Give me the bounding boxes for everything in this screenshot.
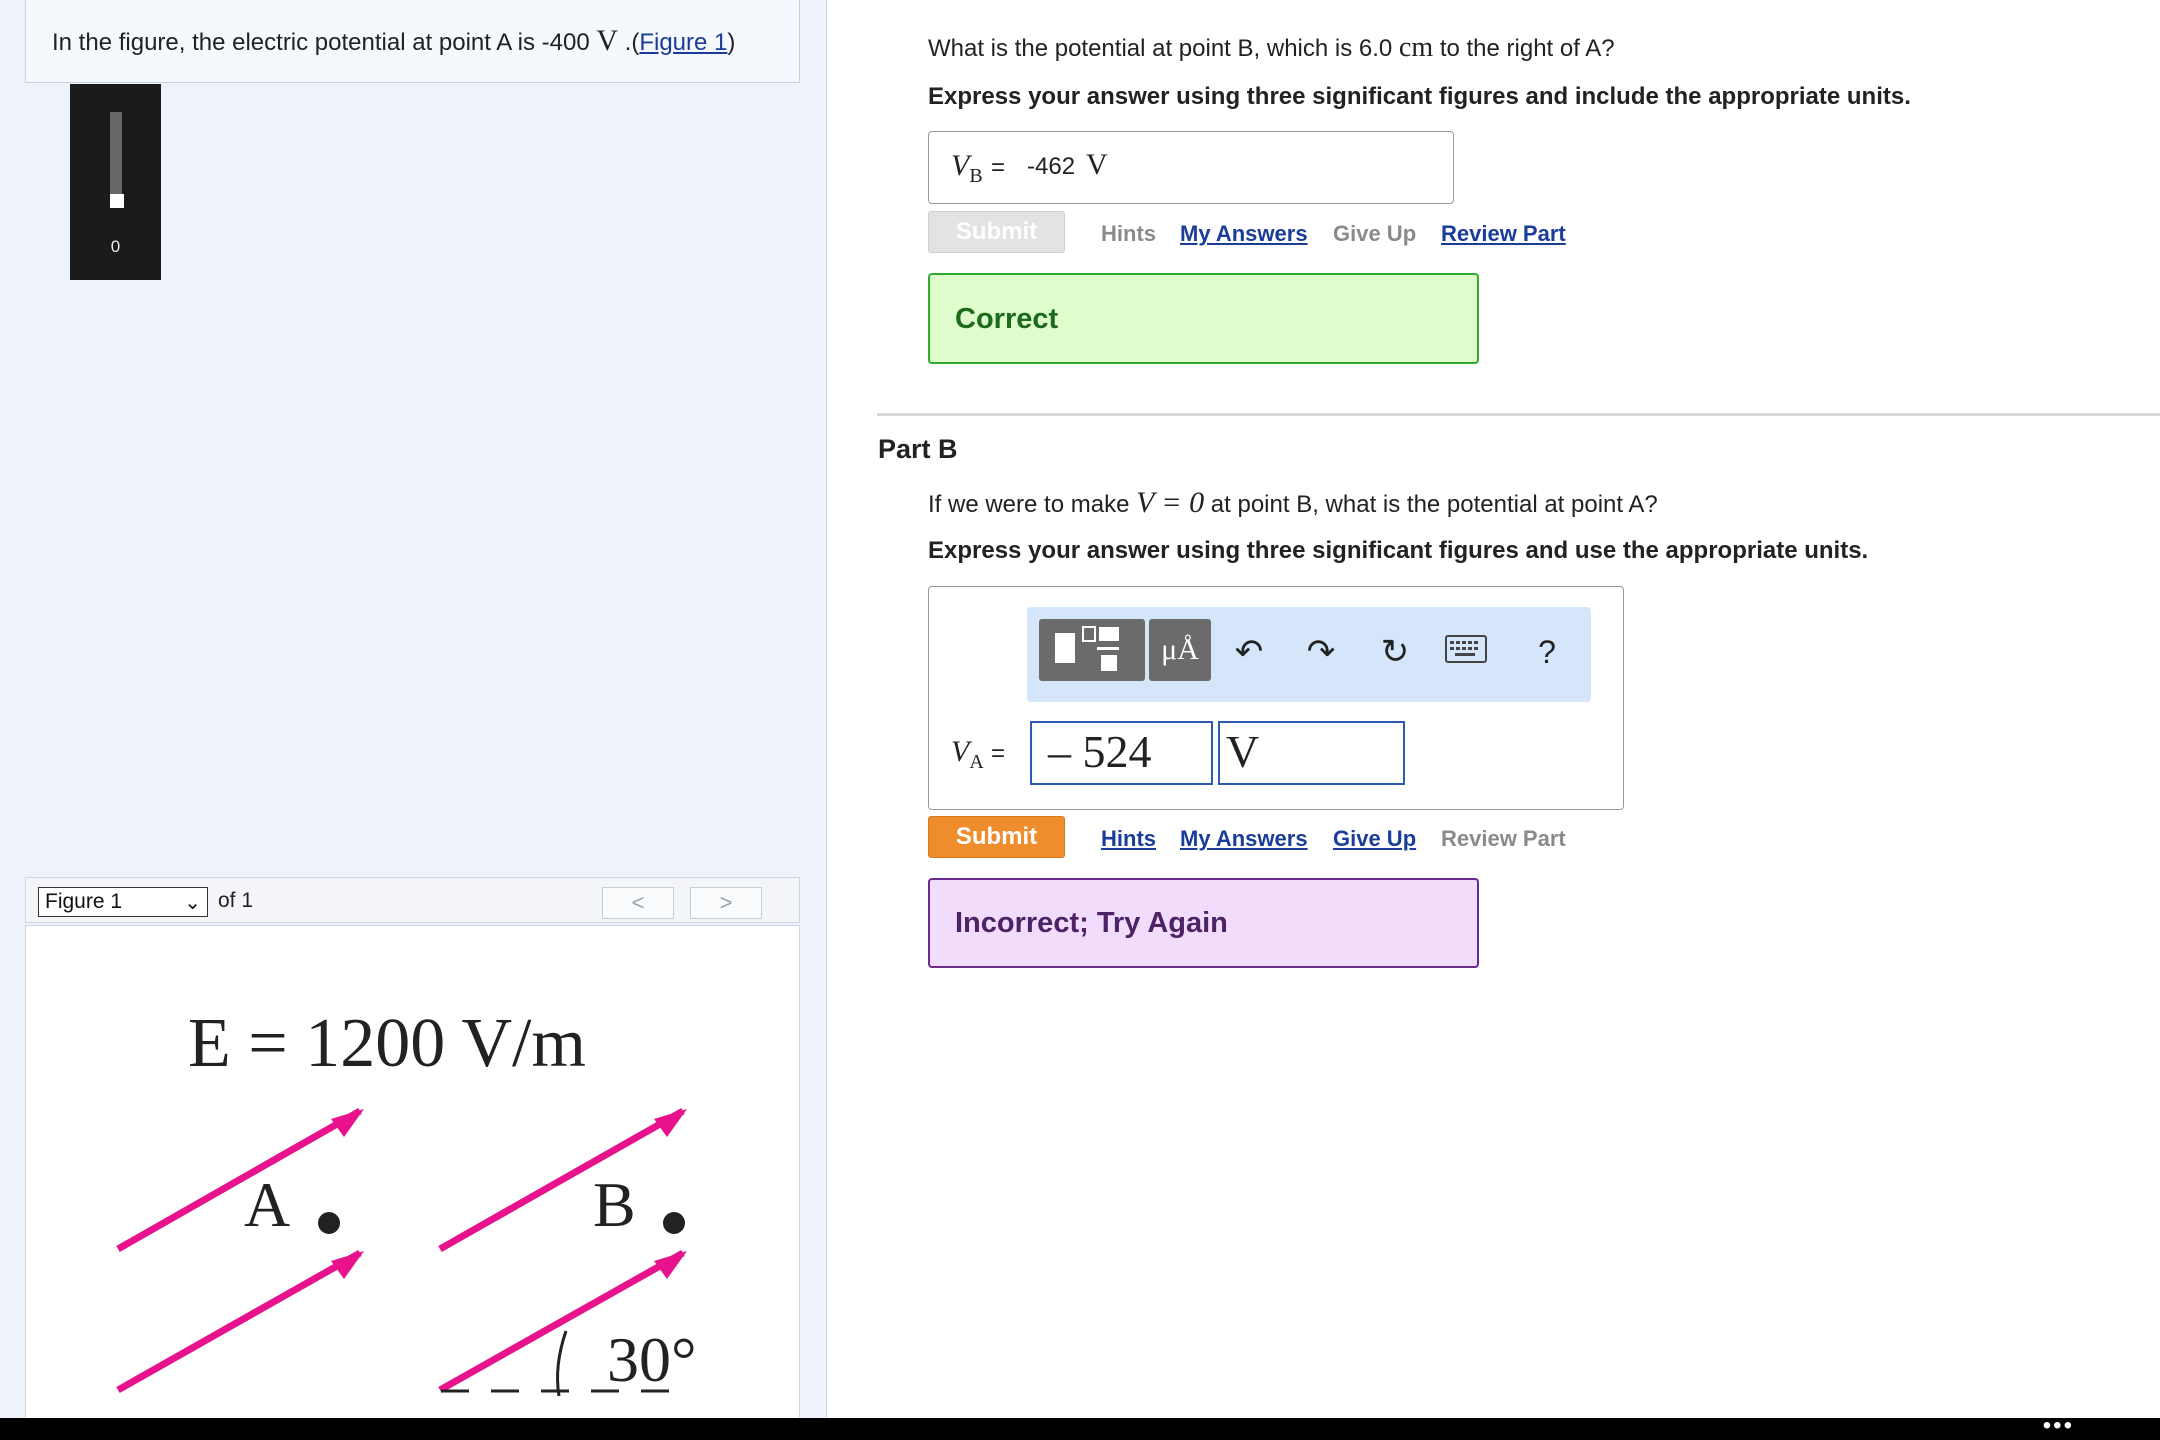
part-a-var: V: [951, 149, 970, 182]
field-label: E = 1200 V/m: [188, 1005, 586, 1082]
part-a-question-suffix: to the right of A?: [1439, 35, 1615, 62]
part-a-var-sub: B: [969, 165, 983, 187]
part-a-answer-label: VB: [951, 149, 983, 188]
field-arrow: [116, 1249, 362, 1394]
part-a-answer-box: VB = -462 V: [928, 131, 1454, 204]
problem-prefix: In the figure, the electric potential at…: [52, 29, 590, 56]
part-a-hints-link[interactable]: Hints: [1101, 221, 1156, 247]
point-b-dot: [663, 1212, 685, 1234]
field-diagram: E = 1200 V/m A B 30°: [116, 1005, 697, 1397]
problem-statement: In the figure, the electric potential at…: [25, 0, 800, 83]
part-b-question: If we were to make V = 0 at point B, wha…: [928, 486, 1658, 520]
angle-label: 30°: [607, 1324, 697, 1395]
part-b-question-math: V = 0: [1136, 486, 1205, 519]
problem-text: In the figure, the electric potential at…: [52, 24, 735, 58]
part-a-question: What is the potential at point B, which …: [928, 32, 1615, 64]
part-b-answer-box: μÅ ↶ ↷ ↻ ? VA = – 524 V: [928, 586, 1624, 810]
figure-select[interactable]: Figure 1 ⌄: [38, 887, 208, 917]
angle-arc: [556, 1330, 568, 1397]
part-a-answer-value: -462: [1027, 153, 1076, 180]
point-a-label: A: [244, 1169, 290, 1240]
next-figure-button[interactable]: >: [690, 887, 762, 919]
bottom-bar: •••: [0, 1412, 2160, 1440]
chevron-down-icon: ⌄: [184, 892, 201, 914]
part-b-hints-link[interactable]: Hints: [1101, 826, 1156, 852]
part-b-feedback: Incorrect; Try Again: [928, 878, 1479, 968]
part-divider: [877, 413, 2160, 416]
slider-track: [110, 112, 122, 204]
part-a-give-up-link[interactable]: Give Up: [1333, 221, 1416, 247]
part-b-review-part-link[interactable]: Review Part: [1441, 826, 1566, 852]
part-b-title: Part B: [878, 434, 958, 464]
undo-icon[interactable]: ↶: [1227, 632, 1271, 672]
redo-icon[interactable]: ↷: [1299, 632, 1343, 672]
field-arrow: [438, 1107, 685, 1253]
part-b-question-prefix: If we were to make: [928, 491, 1130, 518]
part-b-equals: =: [991, 740, 1006, 767]
template-icon: [1055, 626, 1119, 671]
part-b-var-sub: A: [969, 751, 984, 773]
part-b-feedback-text: Incorrect; Try Again: [955, 907, 1228, 939]
arrow-head: [331, 1109, 364, 1137]
part-a-instruction: Express your answer using three signific…: [928, 83, 1911, 110]
part-b-unit-input[interactable]: V: [1218, 721, 1405, 785]
point-a-dot: [318, 1212, 340, 1234]
part-b-answer-label: VA: [951, 735, 984, 774]
slider-thumb[interactable]: [110, 194, 124, 208]
left-pane: In the figure, the electric potential at…: [0, 0, 827, 1418]
part-b-give-up-link[interactable]: Give Up: [1333, 826, 1416, 852]
figure-slider[interactable]: 0: [70, 84, 161, 280]
part-a-equals: =: [991, 154, 1006, 181]
figure-link[interactable]: Figure 1: [639, 29, 727, 56]
problem-suffix: ): [727, 29, 736, 56]
part-a-my-answers-link[interactable]: My Answers: [1180, 221, 1308, 247]
arrow-head: [654, 1109, 687, 1137]
part-b-instruction: Express your answer using three signific…: [928, 537, 1869, 564]
part-a-submit-button[interactable]: Submit: [928, 211, 1065, 253]
part-b-my-answers-link[interactable]: My Answers: [1180, 826, 1308, 852]
problem-mid: .(: [618, 29, 640, 56]
part-b-question-suffix: at point B, what is the potential at poi…: [1210, 491, 1658, 518]
part-a-answer-unit: V: [1086, 148, 1108, 181]
arrow-head: [331, 1251, 364, 1279]
part-b-submit-button[interactable]: Submit: [928, 816, 1065, 858]
templates-button[interactable]: [1039, 619, 1145, 681]
figure-select-value: Figure 1: [45, 890, 123, 913]
slider-value: 0: [110, 237, 121, 256]
point-b-label: B: [593, 1169, 636, 1240]
prev-figure-button[interactable]: <: [602, 887, 674, 919]
math-toolbar: μÅ ↶ ↷ ↻ ?: [1027, 607, 1591, 702]
figure-panel: E = 1200 V/m A B 30°: [25, 925, 800, 1418]
part-b-value-input[interactable]: – 524: [1030, 721, 1213, 785]
part-b-var: V: [951, 735, 970, 768]
more-icon[interactable]: •••: [2043, 1412, 2074, 1440]
keyboard-icon[interactable]: [1445, 635, 1487, 663]
part-a-feedback-text: Correct: [955, 303, 1059, 335]
problem-unit: V: [596, 24, 619, 57]
arrow-head: [654, 1251, 687, 1279]
figure-count: of 1: [218, 889, 254, 912]
reset-icon[interactable]: ↻: [1373, 632, 1417, 672]
keyboard-keys: [1450, 641, 1478, 656]
part-a-review-part-link[interactable]: Review Part: [1441, 221, 1566, 247]
part-a-question-unit: cm: [1398, 32, 1434, 63]
part-a-question-prefix: What is the potential at point B, which …: [928, 35, 1393, 62]
units-button[interactable]: μÅ: [1149, 619, 1211, 681]
figure-toolbar: Figure 1 ⌄ of 1 < >: [25, 877, 800, 923]
help-icon[interactable]: ?: [1525, 632, 1569, 672]
part-a-feedback: Correct: [928, 273, 1479, 364]
